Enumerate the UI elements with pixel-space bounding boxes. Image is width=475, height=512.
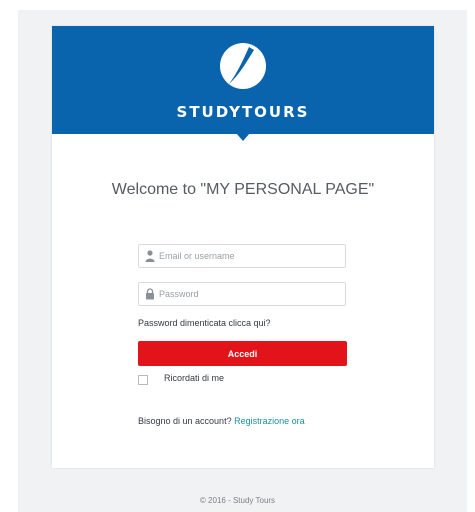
login-button[interactable]: Accedi <box>138 341 347 366</box>
remember-me-label: Ricordati di me <box>164 373 225 383</box>
email-input[interactable] <box>159 247 341 265</box>
globe-swoosh-icon <box>220 43 266 89</box>
user-icon <box>145 250 155 262</box>
remember-me-checkbox[interactable] <box>138 375 148 385</box>
brand-header: STUDYTOURS <box>52 26 434 134</box>
signup-prompt: Bisogno di un account? Registrazione ora <box>138 416 305 426</box>
login-card: STUDYTOURS Welcome to "MY PERSONAL PAGE"… <box>52 26 434 468</box>
email-field[interactable] <box>138 244 346 268</box>
footer-copyright: © 2016 - Study Tours <box>199 496 276 505</box>
signup-link[interactable]: Registrazione ora <box>234 416 305 426</box>
password-input[interactable] <box>159 285 341 303</box>
password-field[interactable] <box>138 282 346 306</box>
brand-name: STUDYTOURS <box>176 103 310 121</box>
signup-prompt-text: Bisogno di un account? <box>138 416 235 426</box>
page-title: Welcome to "MY PERSONAL PAGE" <box>111 181 375 198</box>
forgot-password-link[interactable]: Password dimenticata clicca qui? <box>138 318 271 328</box>
header-pointer <box>236 133 250 141</box>
lock-icon <box>146 288 154 300</box>
